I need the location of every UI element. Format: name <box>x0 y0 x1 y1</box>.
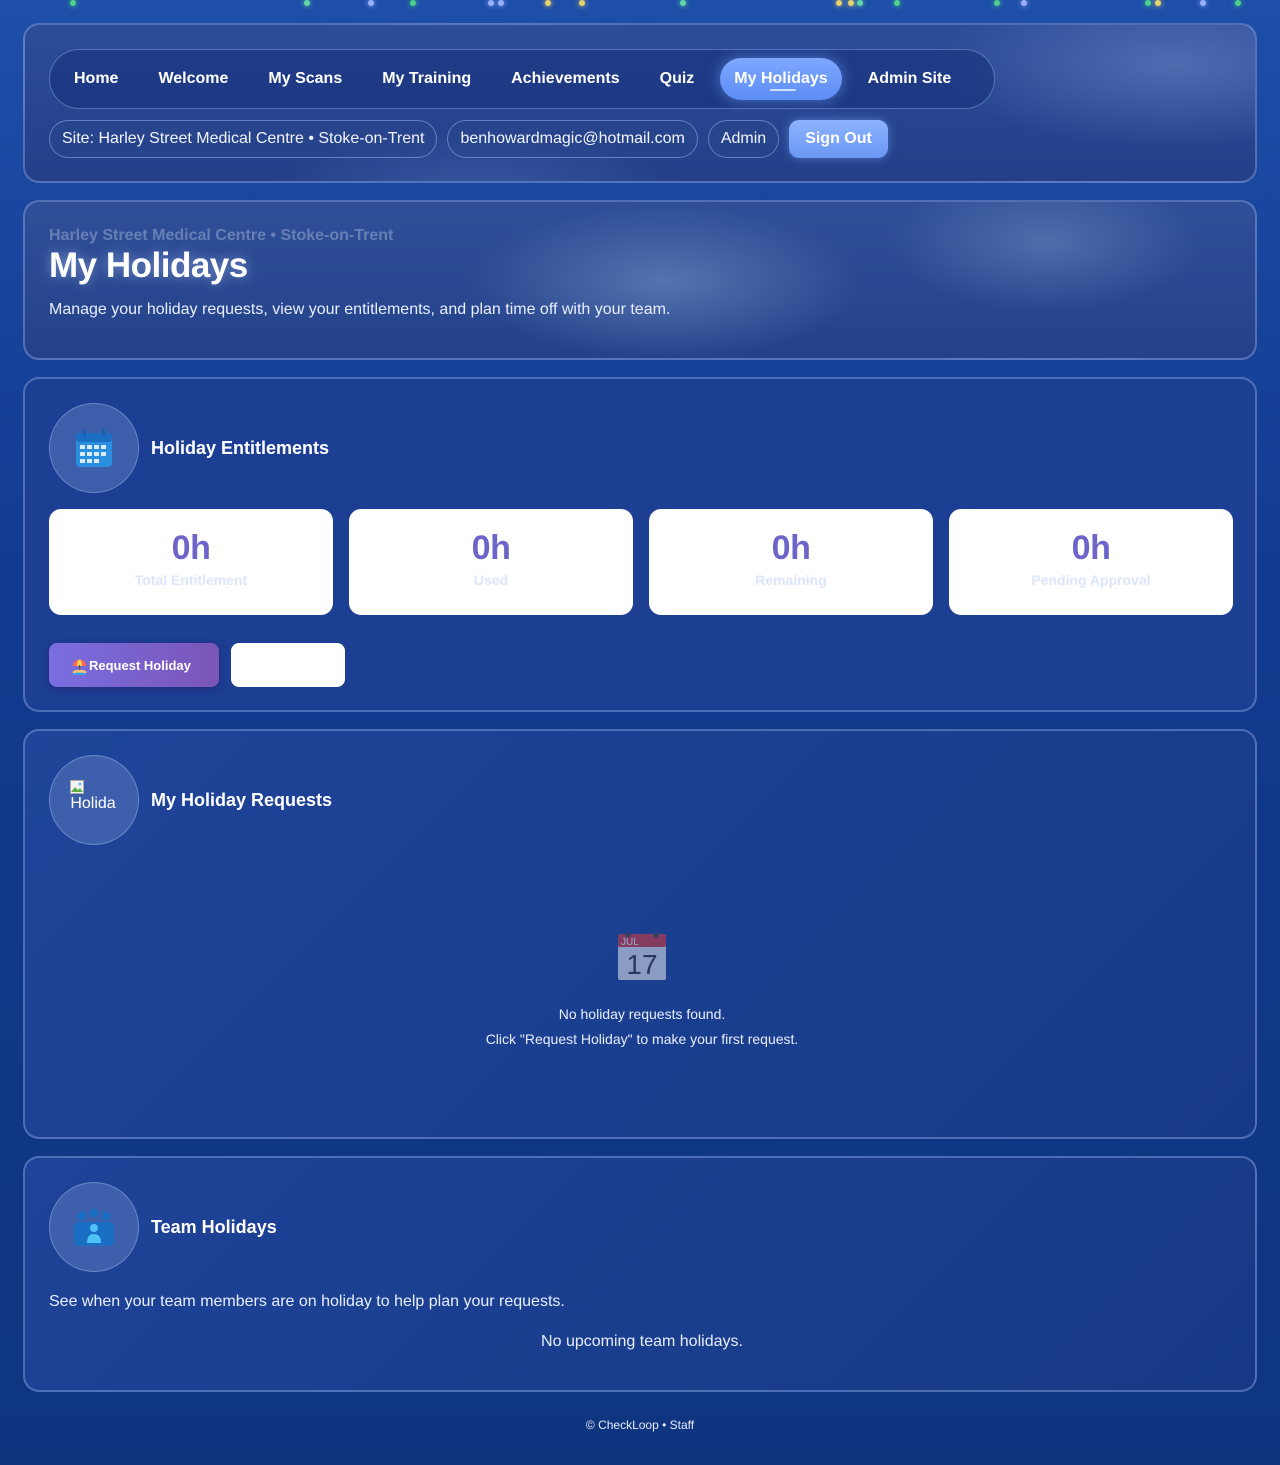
requests-empty-state: JUL 17 No holiday requests found. Click … <box>25 931 1259 1052</box>
light-dot <box>304 0 310 6</box>
team-title: Team Holidays <box>151 1217 277 1237</box>
stat-remaining: 0h Remaining <box>649 509 933 615</box>
empty-hint: Click "Request Holiday" to make your fir… <box>485 1031 799 1047</box>
decorative-lights <box>0 0 1280 12</box>
team-empty-state: No upcoming team holidays. <box>541 1333 743 1350</box>
team-icon <box>49 1182 139 1272</box>
light-dot <box>1145 0 1151 6</box>
light-dot <box>70 0 76 6</box>
request-holiday-button[interactable]: Request Holiday <box>49 643 219 687</box>
requests-title: My Holiday Requests <box>151 790 333 810</box>
email-pill: benhowardmagic@hotmail.com <box>447 120 698 158</box>
nav-home[interactable]: Home <box>60 58 132 100</box>
main-nav: Home Welcome My Scans My Training Achievemen… <box>49 49 995 109</box>
svg-text:JUL: JUL <box>621 937 639 948</box>
holiday-requests-section: Holida My Holiday Requests JUL 17 No hol… <box>23 729 1257 1139</box>
footer: © CheckLoop • Staff <box>585 1418 695 1432</box>
nav-achievements[interactable]: Achievements <box>497 58 634 100</box>
site-subtitle: Harley Street Medical Centre • Stoke-on-… <box>49 227 394 244</box>
page-description: Manage your holiday requests, view your … <box>49 301 671 318</box>
top-navigation-panel: Home Welcome My Scans My Training Achievemen… <box>23 23 1257 183</box>
nav-my-holidays[interactable]: My Holidays <box>720 58 842 100</box>
nav-welcome[interactable]: Welcome <box>144 58 242 100</box>
light-dot <box>1155 0 1161 6</box>
nav-my-scans[interactable]: My Scans <box>254 58 356 100</box>
site-pill: Site: Harley Street Medical Centre • Sto… <box>49 120 438 158</box>
sign-out-button[interactable]: Sign Out <box>789 120 888 158</box>
entitlements-section: Holiday Entitlements 0h Total Entitlemen… <box>23 377 1257 712</box>
stat-label: Pending Approval <box>1031 572 1151 588</box>
light-dot <box>848 0 854 6</box>
calendar-date-icon: JUL 17 <box>617 931 667 981</box>
light-dot <box>488 0 494 6</box>
stat-label: Used <box>473 572 509 588</box>
svg-text:17: 17 <box>626 949 657 980</box>
image-alt-text: Holida <box>70 795 116 812</box>
team-holidays-section: Team Holidays See when your team members… <box>23 1156 1257 1392</box>
broken-image-icon: Holida <box>70 780 116 812</box>
request-holiday-label: Request Holiday <box>89 657 191 673</box>
stat-value: 0h <box>1071 529 1111 567</box>
stat-value: 0h <box>471 529 511 567</box>
page-title: My Holidays <box>49 246 248 285</box>
stat-pending-approval: 0h Pending Approval <box>949 509 1233 615</box>
light-dot <box>680 0 686 6</box>
light-dot <box>410 0 416 6</box>
light-dot <box>1021 0 1027 6</box>
light-dot <box>857 0 863 6</box>
role-pill: Admin <box>707 120 780 158</box>
page-header: Harley Street Medical Centre • Stoke-on-… <box>23 200 1257 360</box>
stat-used: 0h Used <box>349 509 633 615</box>
entitlements-title: Holiday Entitlements <box>151 438 330 458</box>
holiday-requests-icon: Holida <box>49 755 139 845</box>
light-dot <box>894 0 900 6</box>
calendar-icon <box>49 403 139 493</box>
light-dot <box>498 0 504 6</box>
light-dot <box>1235 0 1241 6</box>
nav-admin-site[interactable]: Admin Site <box>854 58 966 100</box>
beach-umbrella-icon <box>71 658 88 675</box>
stat-value: 0h <box>171 529 211 567</box>
team-description: See when your team members are on holida… <box>49 1293 565 1310</box>
stat-label: Total Entitlement <box>134 572 248 588</box>
light-dot <box>579 0 585 6</box>
light-dot <box>1200 0 1206 6</box>
stat-value: 0h <box>771 529 811 567</box>
light-dot <box>368 0 374 6</box>
nav-my-training[interactable]: My Training <box>368 58 485 100</box>
user-info-bar: Site: Harley Street Medical Centre • Sto… <box>49 120 888 158</box>
stat-label: Remaining <box>755 572 827 588</box>
light-dot <box>994 0 1000 6</box>
stat-total-entitlement: 0h Total Entitlement <box>49 509 333 615</box>
light-dot <box>545 0 551 6</box>
nav-quiz[interactable]: Quiz <box>646 58 709 100</box>
light-dot <box>836 0 842 6</box>
empty-message: No holiday requests found. <box>558 1006 726 1022</box>
secondary-button[interactable] <box>231 643 345 687</box>
